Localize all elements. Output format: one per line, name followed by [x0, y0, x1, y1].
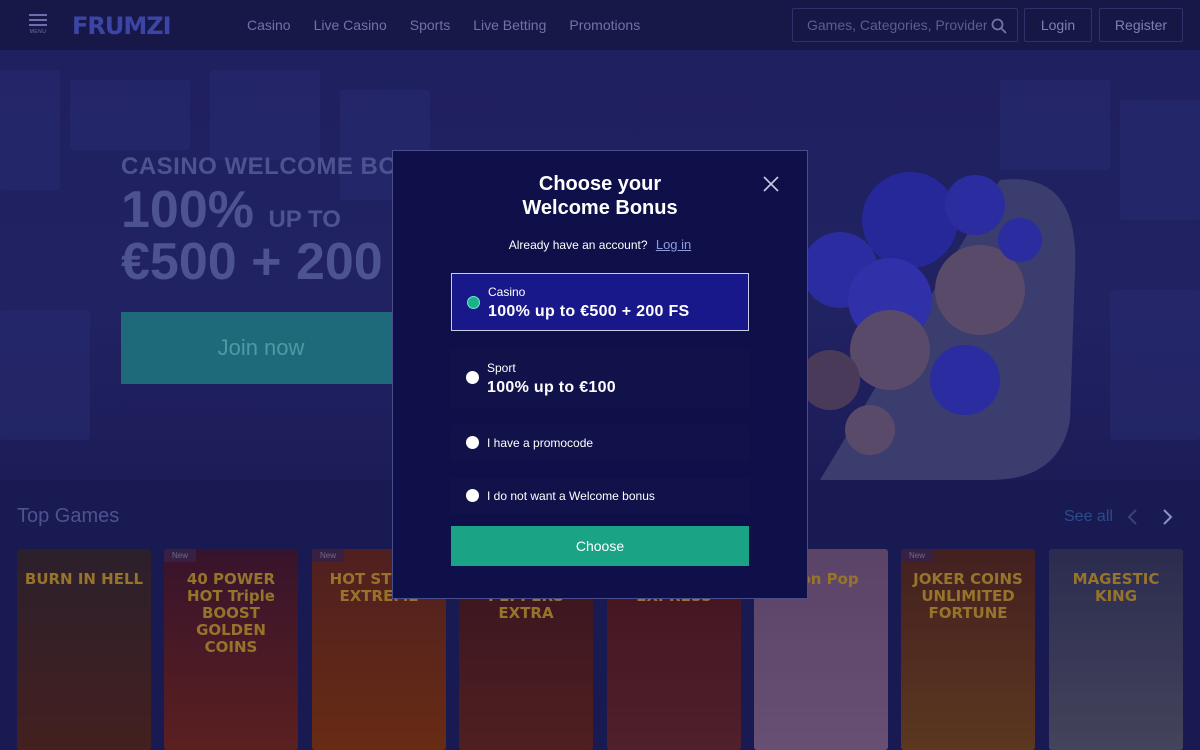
welcome-bonus-modal: Choose your Welcome Bonus Already have a…	[392, 150, 808, 599]
radio-icon[interactable]	[466, 371, 479, 384]
hero-bg-tile	[1120, 100, 1200, 220]
nav-live-casino[interactable]: Live Casino	[314, 17, 387, 33]
option-value: 100% up to €100	[487, 379, 616, 396]
nav-promotions[interactable]: Promotions	[569, 17, 640, 33]
search-icon[interactable]	[991, 18, 1007, 34]
top-games-title: Top Games	[17, 505, 120, 527]
chevron-left-icon[interactable]	[1125, 508, 1141, 526]
hero-bg-tile	[0, 70, 60, 190]
option-value: 100% up to €500 + 200 FS	[488, 303, 690, 320]
hero-percent: 100%	[121, 181, 254, 239]
option-label: I do not want a Welcome bonus	[487, 489, 655, 503]
register-button[interactable]: Register	[1099, 8, 1183, 42]
modal-title-line2: Welcome Bonus	[522, 197, 678, 219]
new-badge: New	[312, 549, 345, 562]
account-text: Already have an account?	[508, 238, 648, 252]
hero-bg-tile	[70, 80, 190, 150]
spheres-illustration	[800, 172, 1076, 480]
option-label: I have a promocode	[487, 436, 594, 450]
modal-title-line1: Choose your	[538, 173, 662, 195]
option-type: Casino	[488, 285, 526, 299]
nav-live-betting[interactable]: Live Betting	[473, 17, 546, 33]
radio-icon[interactable]	[466, 436, 479, 449]
option-casino[interactable]: Casino 100% up to €500 + 200 FS	[451, 273, 749, 331]
logo[interactable]: FRUMZI	[72, 12, 172, 40]
choose-button[interactable]: Choose	[451, 526, 749, 566]
menu-button[interactable]: MENU	[27, 14, 49, 36]
game-title: JOKER COINS UNLIMITED FORTUNE	[913, 570, 1023, 622]
game-card[interactable]: BURN IN HELL	[17, 549, 151, 750]
option-no-bonus[interactable]: I do not want a Welcome bonus	[451, 478, 749, 514]
option-sport[interactable]: Sport 100% up to €100	[451, 349, 749, 409]
login-button[interactable]: Login	[1024, 8, 1092, 42]
new-badge: New	[164, 549, 197, 562]
new-badge: New	[901, 549, 934, 562]
hero-bg-tile	[1110, 290, 1200, 440]
hero-kicker: CASINO WELCOME BON	[121, 153, 416, 180]
login-link[interactable]: Log in	[656, 237, 691, 252]
hamburger-icon-bar	[29, 19, 47, 21]
hero-headline: 100% UP TO	[121, 180, 341, 240]
join-now-button[interactable]: Join now	[121, 312, 401, 384]
close-icon[interactable]	[762, 175, 780, 193]
option-promocode[interactable]: I have a promocode	[451, 425, 749, 461]
radio-selected-icon[interactable]	[467, 296, 480, 309]
see-all-link[interactable]: See all	[1064, 508, 1113, 526]
modal-title: Choose your Welcome Bonus	[393, 172, 807, 220]
hamburger-icon-bar	[29, 24, 47, 26]
menu-label: MENU	[29, 29, 47, 35]
hero-bg-tile	[0, 310, 90, 440]
hero-up-to: UP TO	[268, 206, 341, 233]
chevron-right-icon[interactable]	[1159, 508, 1175, 526]
option-type: Sport	[487, 361, 516, 375]
hero-bg-tile	[210, 70, 320, 160]
game-title: 40 POWER HOT Triple BOOST GOLDEN COINS	[186, 570, 276, 656]
game-card[interactable]: New JOKER COINS UNLIMITED FORTUNE	[901, 549, 1035, 750]
hero-amount: €500 + 200	[121, 233, 383, 291]
game-title: MAGESTIC KING	[1072, 570, 1160, 605]
search-box	[792, 8, 1018, 42]
nav-casino[interactable]: Casino	[247, 17, 291, 33]
search-input[interactable]	[807, 17, 987, 33]
game-card[interactable]: MAGESTIC KING	[1049, 549, 1183, 750]
radio-icon[interactable]	[466, 489, 479, 502]
account-row: Already have an account? Log in	[393, 237, 807, 252]
nav-sports[interactable]: Sports	[410, 17, 450, 33]
game-card[interactable]: New 40 POWER HOT Triple BOOST GOLDEN COIN…	[164, 549, 298, 750]
hamburger-icon	[29, 14, 47, 16]
site-header: MENU FRUMZI Casino Live Casino Sports Li…	[0, 0, 1200, 50]
game-title: BURN IN HELL	[24, 570, 144, 588]
main-nav: Casino Live Casino Sports Live Betting P…	[247, 17, 640, 33]
